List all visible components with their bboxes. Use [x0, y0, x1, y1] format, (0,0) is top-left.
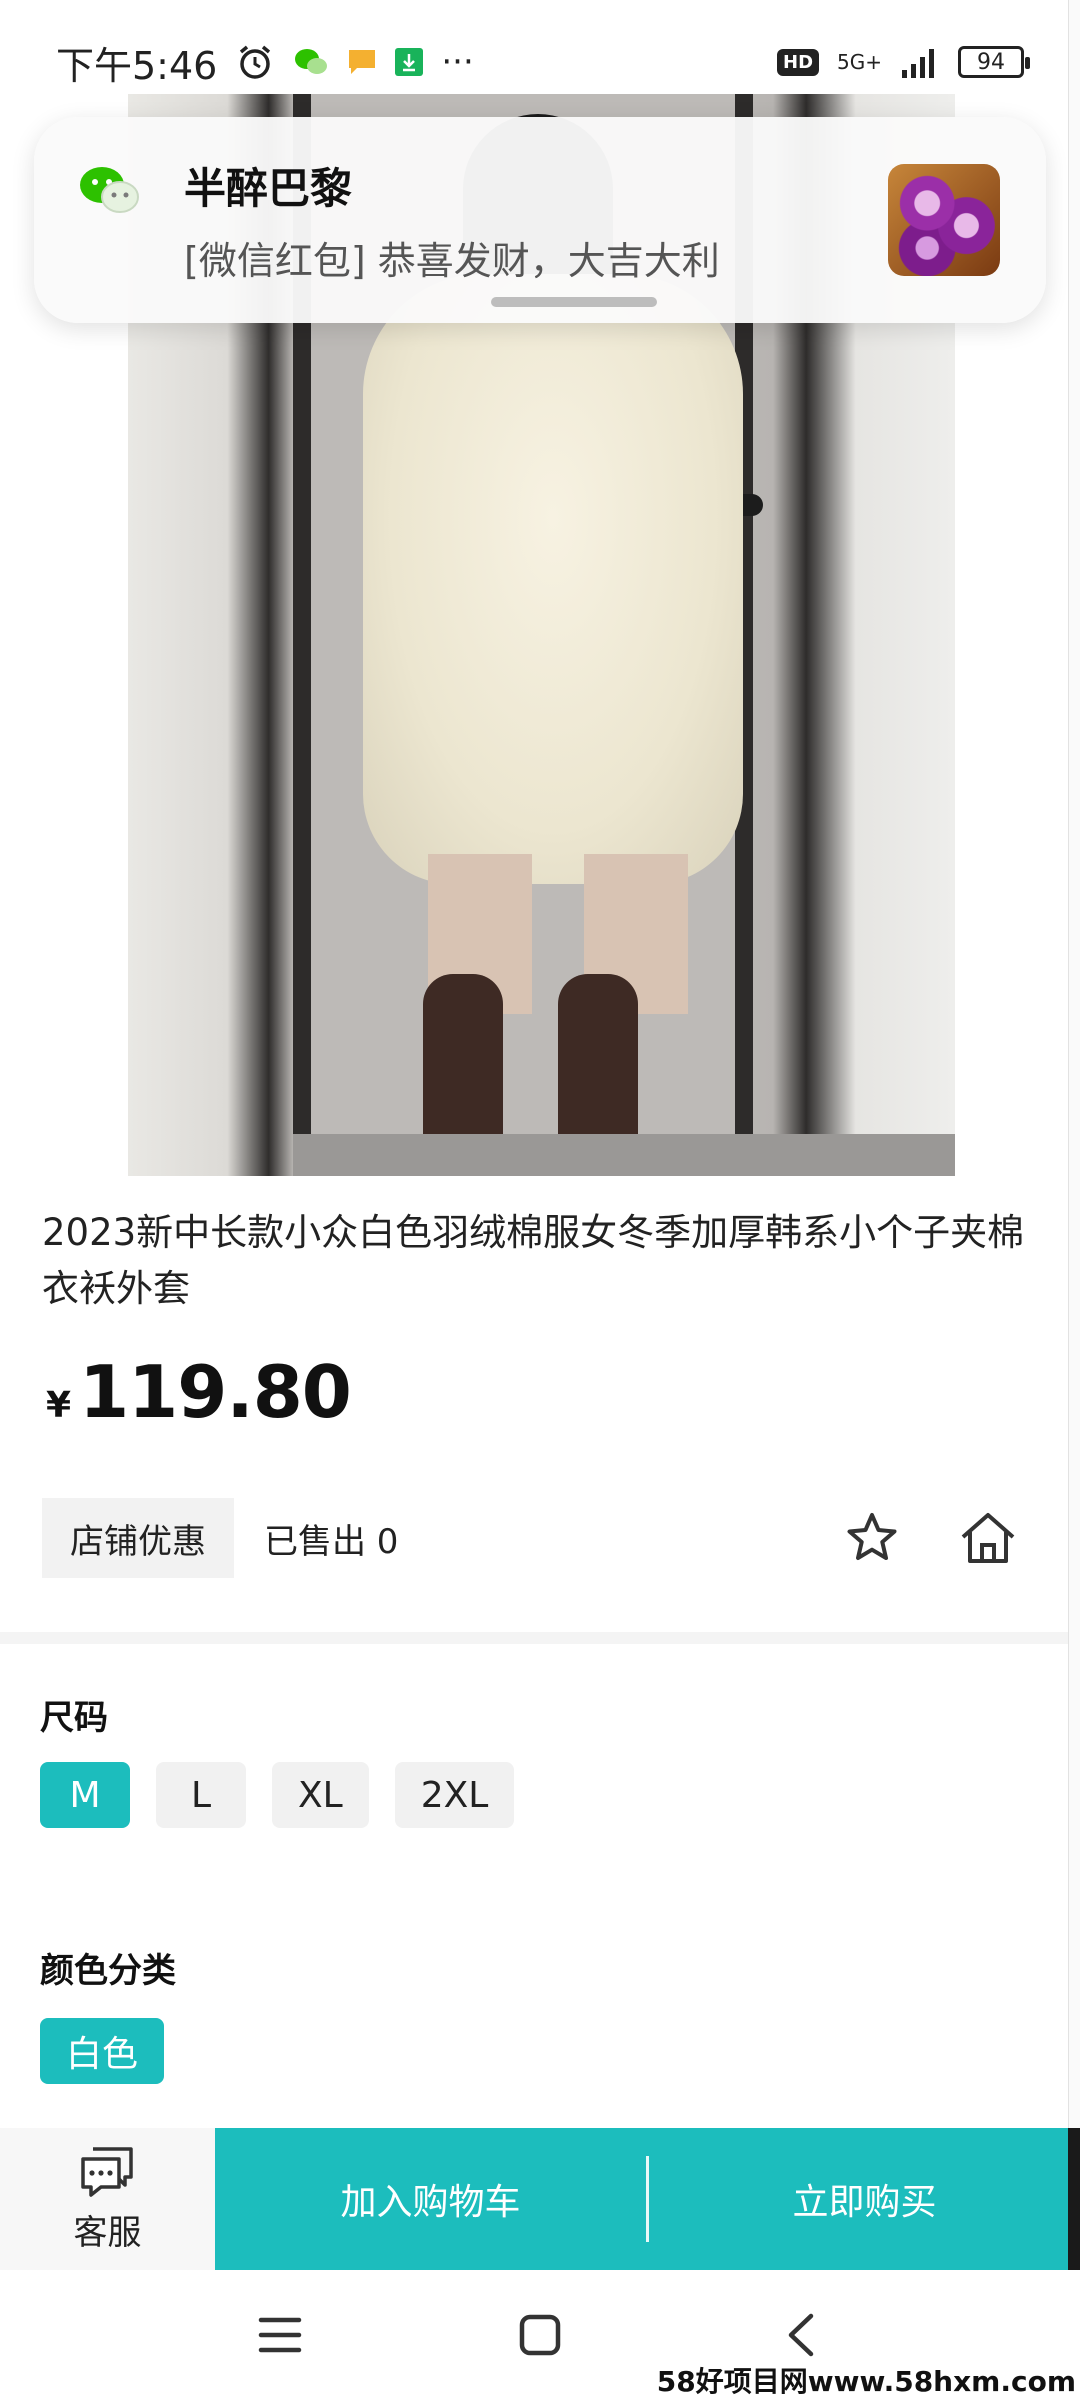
- product-detail-screen: 下午5:46 ··· HD 5G+ 94 半醉巴黎 [微信红包] 恭喜发财，大吉…: [0, 0, 1080, 2400]
- battery-level: 94: [977, 49, 1005, 75]
- price-currency: ¥: [46, 1385, 72, 1426]
- signal-icon: [900, 46, 940, 78]
- purchase-actions: 加入购物车 立即购买: [215, 2128, 1080, 2270]
- size-options: M L XL 2XL: [40, 1762, 515, 1828]
- cta-divider: [646, 2156, 649, 2242]
- customer-service-label: 客服: [73, 2212, 142, 2253]
- shop-coupon-button[interactable]: 店铺优惠: [42, 1498, 234, 1578]
- sender-avatar: [888, 164, 1000, 276]
- chat-bubble-icon: [79, 2145, 137, 2203]
- color-option-white[interactable]: 白色: [40, 2018, 165, 2084]
- network-type: 5G+: [837, 50, 882, 74]
- product-title: 2023新中长款小众白色羽绒棉服女冬季加厚韩系小个子夹棉衣袄外套: [42, 1211, 1025, 1310]
- store-home-icon[interactable]: [958, 1508, 1018, 1568]
- more-notifications-icon: ···: [441, 42, 474, 82]
- status-bar: 下午5:46 ··· HD 5G+ 94: [0, 0, 1080, 124]
- jacket-graphic: [363, 274, 743, 884]
- watermark: 58好项目网www.58hxm.com: [656, 2365, 1076, 2398]
- home-icon[interactable]: [510, 2305, 570, 2365]
- favorite-star-icon[interactable]: [842, 1508, 902, 1568]
- scroll-edge-dark: [1068, 2128, 1080, 2270]
- notification-message: [微信红包] 恭喜发财，大吉大利: [184, 239, 720, 283]
- wechat-icon: [78, 164, 140, 216]
- message-icon: [347, 48, 377, 76]
- notification-drag-handle[interactable]: [491, 297, 657, 307]
- size-option-2xl[interactable]: 2XL: [394, 1762, 515, 1828]
- battery-icon: 94: [958, 46, 1030, 78]
- size-option-xl[interactable]: XL: [272, 1762, 369, 1828]
- size-option-l[interactable]: L: [156, 1762, 246, 1828]
- scroll-edge: [1068, 0, 1080, 2400]
- color-options: 白色: [40, 2018, 165, 2084]
- size-label: 尺码: [40, 1698, 108, 1738]
- add-to-cart-button[interactable]: 加入购物车: [215, 2128, 646, 2270]
- section-divider: [0, 1632, 1080, 1644]
- price-value: 119.80: [79, 1350, 352, 1434]
- notification-banner[interactable]: 半醉巴黎 [微信红包] 恭喜发财，大吉大利: [34, 117, 1046, 323]
- notification-sender: 半醉巴黎: [184, 164, 353, 213]
- sold-count: 已售出 0: [264, 1521, 399, 1562]
- menu-icon[interactable]: [250, 2305, 310, 2365]
- download-icon: [395, 48, 424, 76]
- customer-service-button[interactable]: 客服: [0, 2128, 215, 2270]
- price: ¥ 119.80: [46, 1350, 352, 1434]
- clock: 下午5:46: [56, 43, 218, 88]
- product-meta-row: 店铺优惠 已售出 0: [42, 1498, 1032, 1578]
- buy-now-button[interactable]: 立即购买: [649, 2128, 1080, 2270]
- wechat-icon: [293, 46, 329, 78]
- hd-badge: HD: [777, 48, 820, 76]
- bottom-action-bar: 客服 加入购物车 立即购买: [0, 2128, 1080, 2270]
- alarm-icon: [235, 42, 275, 82]
- color-label: 颜色分类: [40, 1951, 176, 1991]
- back-icon[interactable]: [770, 2305, 830, 2365]
- floor-graphic: [293, 1134, 955, 1176]
- size-option-m[interactable]: M: [40, 1762, 130, 1828]
